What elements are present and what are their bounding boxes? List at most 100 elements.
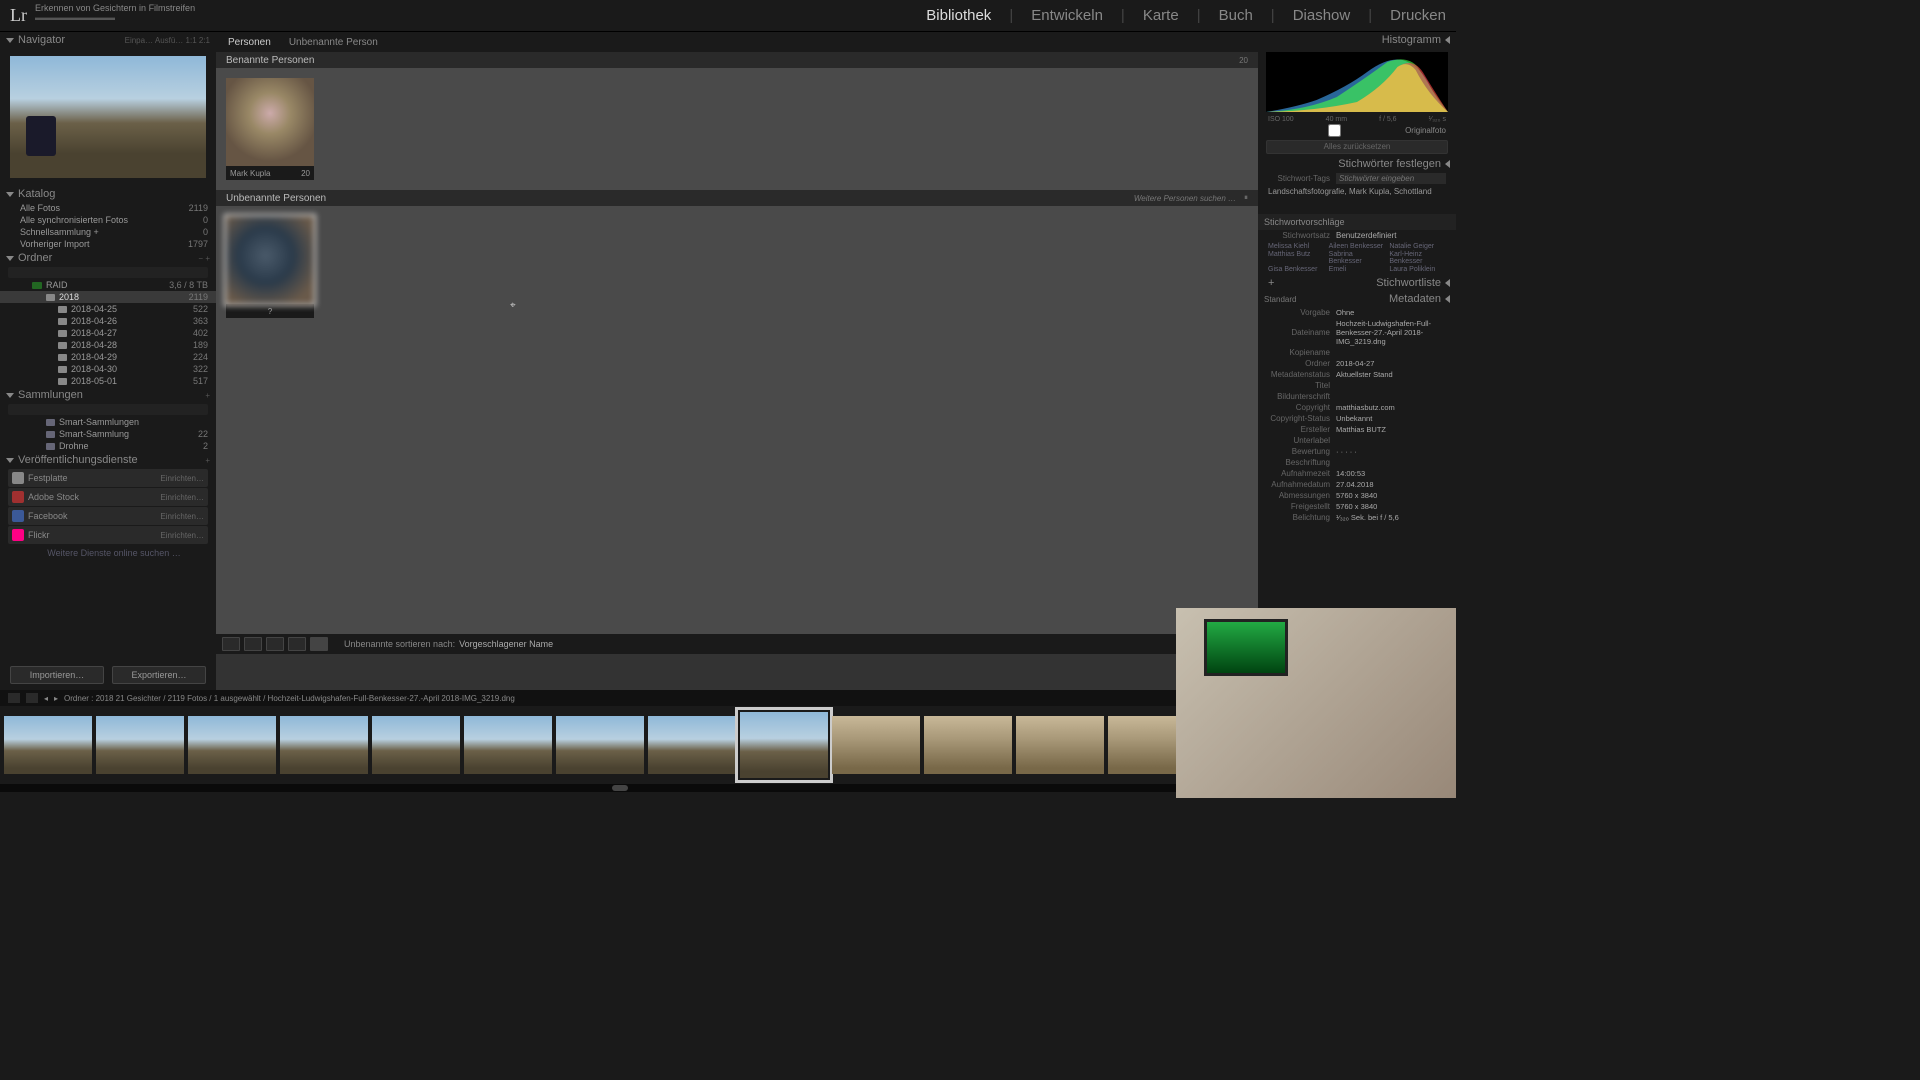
module-diashow[interactable]: Diashow [1293, 7, 1351, 24]
metadata-row[interactable]: Beschriftung [1258, 457, 1456, 468]
module-drucken[interactable]: Drucken [1390, 7, 1446, 24]
histogram[interactable] [1266, 52, 1448, 112]
publish-service[interactable]: Adobe StockEinrichten… [8, 488, 208, 506]
metadata-row[interactable]: Belichtung¹⁄₃₂₀ Sek. bei f / 5,6 [1258, 512, 1456, 523]
lights-out-icon-2[interactable]: ▸ [54, 694, 58, 703]
named-people-header[interactable]: Benannte Personen20 [216, 52, 1258, 68]
kw-suggestion[interactable]: Karl-Heinz Benkesser [1389, 251, 1446, 265]
catalog-header[interactable]: Katalog [0, 186, 216, 202]
crumb-unnamed[interactable]: Unbenannte Person [289, 37, 378, 48]
publish-header[interactable]: Veröffentlichungsdienste+ [0, 452, 216, 468]
metadata-row[interactable]: Aufnahmezeit14:00:53 [1258, 468, 1456, 479]
filmstrip-thumb[interactable] [740, 712, 828, 778]
kw-suggestions-header[interactable]: Stichwortvorschläge [1258, 214, 1456, 230]
navigator-header[interactable]: Navigator Einpa… Ausfü… 1:1 2:1 [0, 32, 216, 48]
filmstrip-thumb[interactable] [372, 716, 460, 774]
filmstrip-thumb[interactable] [1016, 716, 1104, 774]
folder-date[interactable]: 2018-05-01517 [0, 375, 216, 387]
folder-date[interactable]: 2018-04-25522 [0, 303, 216, 315]
filmstrip-thumb[interactable] [280, 716, 368, 774]
metadata-preset[interactable]: Standard [1264, 295, 1296, 304]
navigator-preview[interactable] [10, 56, 206, 178]
publish-more-link[interactable]: Weitere Dienste online suchen … [0, 545, 216, 561]
volume-row[interactable]: RAID3,6 / 8 TB [0, 279, 216, 291]
metadata-row[interactable]: Bewertung· · · · · [1258, 446, 1456, 457]
filmstrip-thumb[interactable] [832, 716, 920, 774]
folders-header[interactable]: Ordner− + [0, 250, 216, 266]
find-more-people[interactable]: Weitere Personen suchen … [1134, 194, 1236, 203]
collection-row[interactable]: Smart-Sammlung22 [0, 428, 216, 440]
metadata-row[interactable]: Freigestellt5760 x 3840 [1258, 501, 1456, 512]
kw-suggestion[interactable]: Laura Poliklein [1389, 266, 1446, 273]
crumb-people[interactable]: Personen [228, 37, 271, 48]
view-compare-icon[interactable] [266, 637, 284, 651]
filmstrip-thumb[interactable] [188, 716, 276, 774]
filmstrip-thumb[interactable] [648, 716, 736, 774]
module-entwickeln[interactable]: Entwickeln [1031, 7, 1103, 24]
face-tile-named[interactable]: Mark Kupla20 [226, 78, 314, 180]
import-button[interactable]: Importieren… [10, 666, 104, 684]
metadata-row[interactable]: Copyrightmatthiasbutz.com [1258, 402, 1456, 413]
kw-set-value[interactable]: Benutzerdefiniert [1336, 231, 1396, 240]
folder-date[interactable]: 2018-04-27402 [0, 327, 216, 339]
folder-date[interactable]: 2018-04-26363 [0, 315, 216, 327]
lights-out-icon[interactable]: ◂ [44, 694, 48, 703]
kw-suggestion[interactable]: Melissa Kiehl [1268, 243, 1325, 250]
filmstrip-thumb[interactable] [924, 716, 1012, 774]
module-buch[interactable]: Buch [1219, 7, 1253, 24]
unnamed-people-header[interactable]: Unbenannte PersonenWeitere Personen such… [216, 190, 1258, 206]
filmstrip-thumb[interactable] [4, 716, 92, 774]
kw-suggestion[interactable]: Matthias Butz [1268, 251, 1325, 265]
metadata-header[interactable]: StandardMetadaten [1258, 291, 1456, 307]
metadata-row[interactable]: Kopiename [1258, 347, 1456, 358]
view-survey-icon[interactable] [288, 637, 306, 651]
metadata-row[interactable]: MetadatenstatusAktuellster Stand [1258, 369, 1456, 380]
face-tile-unnamed[interactable]: ? [226, 216, 314, 318]
add-kw-icon[interactable]: + [1268, 277, 1274, 289]
keyword-list-header[interactable]: +Stichwortliste [1258, 275, 1456, 291]
metadata-row[interactable]: Ordner2018-04-27 [1258, 358, 1456, 369]
grid-view-icon[interactable] [26, 693, 38, 703]
metadata-row[interactable]: DateinameHochzeit-Ludwigshafen-Full-Benk… [1258, 318, 1456, 347]
metadata-row[interactable]: VorgabeOhne [1258, 307, 1456, 318]
catalog-row[interactable]: Schnellsammlung +0 [0, 226, 216, 238]
unnamed-stop-icon[interactable]: ⏸ [1244, 193, 1248, 203]
filmstrip-thumb[interactable] [96, 716, 184, 774]
publish-service[interactable]: FlickrEinrichten… [8, 526, 208, 544]
original-checkbox[interactable] [1268, 124, 1401, 137]
publish-service[interactable]: FacebookEinrichten… [8, 507, 208, 525]
metadata-row[interactable]: ErstellerMatthias BUTZ [1258, 424, 1456, 435]
add-icon[interactable]: + [205, 391, 210, 400]
catalog-row[interactable]: Vorheriger Import1797 [0, 238, 216, 250]
navigator-zoom-modes[interactable]: Einpa… Ausfü… 1:1 2:1 [125, 36, 210, 45]
view-loupe-icon[interactable] [244, 637, 262, 651]
metadata-row[interactable]: Copyright-StatusUnbekannt [1258, 413, 1456, 424]
kw-suggestion[interactable]: Natalie Geiger [1389, 243, 1446, 250]
collections-header[interactable]: Sammlungen+ [0, 387, 216, 403]
second-monitor-icon[interactable] [8, 693, 20, 703]
metadata-row[interactable]: Abmessungen5760 x 3840 [1258, 490, 1456, 501]
sort-value[interactable]: Vorgeschlagener Name [459, 639, 553, 649]
publish-service[interactable]: FestplatteEinrichten… [8, 469, 208, 487]
collections-filter[interactable] [8, 404, 208, 415]
filmstrip-thumb[interactable] [464, 716, 552, 774]
collection-row[interactable]: Drohne2 [0, 440, 216, 452]
kw-tags-input[interactable] [1336, 173, 1446, 184]
keywording-header[interactable]: Stichwörter festlegen [1258, 156, 1456, 172]
metadata-row[interactable]: Titel [1258, 380, 1456, 391]
folder-date[interactable]: 2018-04-30322 [0, 363, 216, 375]
view-grid-icon[interactable] [222, 637, 240, 651]
filmstrip-thumb[interactable] [556, 716, 644, 774]
folders-filter[interactable] [8, 267, 208, 278]
histogram-header[interactable]: Histogramm [1258, 32, 1456, 48]
metadata-row[interactable]: Aufnahmedatum27.04.2018 [1258, 479, 1456, 490]
view-people-icon[interactable] [310, 637, 328, 651]
collection-row[interactable]: Smart-Sammlungen [0, 416, 216, 428]
folders-add-icon[interactable]: − + [198, 254, 210, 263]
metadata-row[interactable]: Bildunterschrift [1258, 391, 1456, 402]
module-karte[interactable]: Karte [1143, 7, 1179, 24]
export-button[interactable]: Exportieren… [112, 666, 206, 684]
kw-suggestion[interactable]: Aileen Benkesser [1329, 243, 1386, 250]
face-name-unknown[interactable]: ? [268, 307, 272, 316]
catalog-row[interactable]: Alle Fotos2119 [0, 202, 216, 214]
